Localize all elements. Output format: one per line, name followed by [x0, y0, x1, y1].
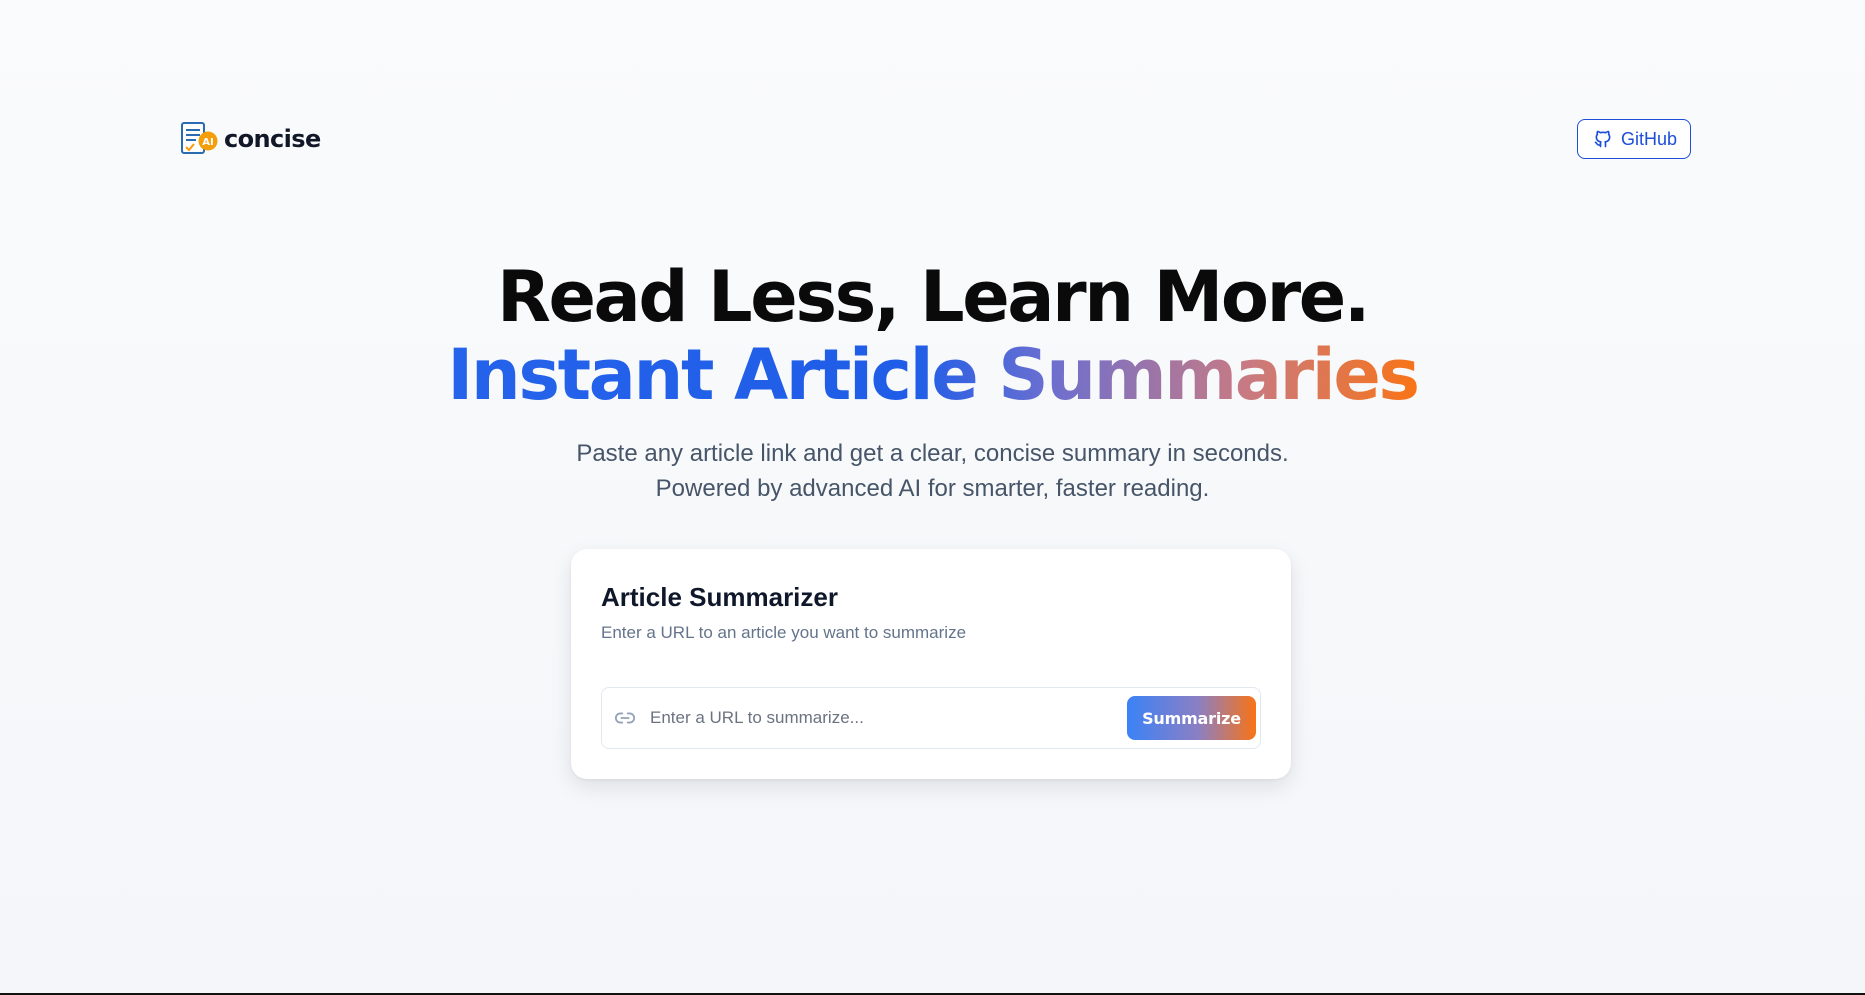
- page: AI concise GitHub Read Less, Learn More.…: [0, 0, 1865, 995]
- logo-text: concise: [224, 125, 321, 153]
- subtitle-line-2: Powered by advanced AI for smarter, fast…: [655, 475, 1210, 502]
- summarize-button[interactable]: Summarize: [1127, 696, 1256, 740]
- hero: Read Less, Learn More. Instant Article S…: [0, 258, 1865, 506]
- headline: Read Less, Learn More. Instant Article S…: [0, 258, 1865, 414]
- header: AI concise GitHub: [180, 119, 1691, 159]
- github-button[interactable]: GitHub: [1576, 119, 1691, 159]
- logo[interactable]: AI concise: [180, 121, 321, 157]
- headline-line-2-gradient: Instant Article Summaries: [447, 334, 1420, 416]
- logo-badge: AI: [202, 137, 213, 148]
- subtitle-line-1: Paste any article link and get a clear, …: [576, 440, 1289, 467]
- document-ai-icon: AI: [181, 122, 218, 154]
- hero-subtitle: Paste any article link and get a clear, …: [0, 436, 1865, 506]
- link-icon: [614, 707, 636, 729]
- summarizer-card: Article Summarizer Enter a URL to an art…: [571, 549, 1291, 779]
- card-description: Enter a URL to an article you want to su…: [601, 623, 967, 642]
- url-input-group: Summarize: [601, 687, 1261, 749]
- github-label: GitHub: [1620, 128, 1677, 149]
- headline-line-1: Read Less, Learn More.: [496, 256, 1370, 338]
- card-title: Article Summarizer: [601, 582, 838, 612]
- github-icon: [1594, 130, 1611, 148]
- url-input[interactable]: [650, 708, 1127, 728]
